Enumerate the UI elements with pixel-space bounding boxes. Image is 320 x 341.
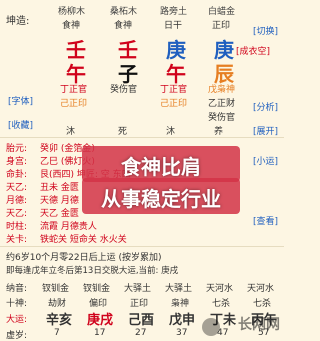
shishen-cell: 正印	[130, 299, 149, 309]
detail-label: 时柱:	[6, 222, 28, 232]
hidden-0a: 丁正官	[60, 85, 88, 95]
shishen-0: 食神	[62, 21, 81, 31]
hidden-0b: 己正印	[60, 99, 88, 109]
nayin-cell: 天河水	[247, 284, 275, 294]
xusui-cell: 27	[135, 328, 147, 338]
watermark: 长网网	[238, 317, 280, 333]
hidden-2a: 丁正官	[160, 85, 188, 95]
detail-label: 天乙:	[6, 209, 28, 219]
nayin-cell: 大驿土	[124, 284, 152, 294]
dayun-cell[interactable]: 己酉	[128, 309, 154, 328]
shishen-cell: 偏印	[89, 299, 108, 309]
nayin-1: 桑柘木	[110, 7, 138, 17]
detail-label: 身宫:	[6, 157, 28, 167]
row-label-shishen: 十神:	[6, 299, 28, 309]
overlay-line1: 食神比肩	[121, 155, 201, 179]
detail-label: 命卦:	[6, 170, 28, 180]
nayin-0: 杨柳木	[58, 7, 86, 17]
detail-value: 流霞 月德贵人	[40, 222, 97, 232]
row-label-dayun: 大运:	[6, 315, 28, 325]
detail-value: 天乙 金匮	[40, 209, 79, 219]
analyze-button[interactable]: [分析]	[253, 100, 278, 113]
hidden-1a: 癸伤官	[110, 85, 138, 95]
row-label-nayin: 纳音:	[6, 284, 28, 294]
shensha-2: 沐	[166, 127, 176, 137]
shishen-cell: 七杀	[253, 299, 272, 309]
font-button[interactable]: [字体]	[8, 94, 33, 107]
shishen-3: 正印	[212, 21, 231, 31]
hidden-3c: 癸伤官	[208, 113, 236, 123]
divider	[0, 246, 284, 247]
yun-start: 约6岁10个月零22日后上运 (按岁累加)	[6, 253, 162, 263]
chengmu-tag: [成衣空]	[236, 47, 271, 57]
row-label-xusui: 虚岁:	[6, 331, 28, 341]
nayin-3: 白蜡金	[208, 7, 236, 17]
nayin-cell: 天河水	[206, 284, 234, 294]
view-button[interactable]: [查看]	[253, 214, 278, 227]
detail-value: 天德 月德	[40, 196, 79, 206]
xusui-cell: 37	[176, 328, 188, 338]
shishen-cell: 劫财	[48, 299, 67, 309]
nayin-2: 路旁土	[160, 7, 188, 17]
dayun-cell[interactable]: 辛亥	[46, 309, 72, 328]
switch-button[interactable]: [切换]	[253, 24, 278, 37]
divider	[0, 137, 284, 138]
shishen-1: 食神	[114, 21, 133, 31]
nayin-cell: 钗钏金	[42, 284, 70, 294]
detail-value: 铁蛇关 短命关 水火关	[40, 235, 127, 245]
minor-luck-button[interactable]: [小运]	[253, 154, 278, 167]
detail-value: 丑未 金匮	[40, 183, 79, 193]
hidden-3a: 戊枭神	[208, 85, 236, 95]
overlay-line2: 从事稳定行业	[101, 187, 221, 211]
shensha-0: 沐	[66, 127, 76, 137]
dayun-cell[interactable]: 戊申	[169, 309, 195, 328]
shensha-3: 养	[214, 127, 224, 137]
expand-button[interactable]: [展开]	[253, 124, 278, 137]
hidden-2b: 己正印	[160, 99, 188, 109]
shishen-2: 日干	[164, 21, 183, 31]
shishen-cell: 七杀	[212, 299, 231, 309]
detail-label: 月德:	[6, 196, 28, 206]
favorite-button[interactable]: [收藏]	[8, 118, 33, 131]
shishen-cell: 枭神	[171, 299, 190, 309]
shensha-1: 死	[118, 127, 128, 137]
detail-label: 天乙:	[6, 183, 28, 193]
kun-label: 坤造:	[6, 16, 30, 27]
watermark-logo-icon	[202, 318, 220, 336]
yun-jiao: 即每逢戊年立冬后第13日交脱大运,当前: 庚戌	[6, 266, 179, 276]
xusui-cell: 17	[94, 328, 106, 338]
xusui-cell: 7	[54, 328, 60, 338]
hidden-3b: 乙正财	[208, 99, 236, 109]
detail-label: 胎元:	[6, 144, 28, 154]
dayun-cell-current[interactable]: 庚戌	[87, 309, 113, 328]
nayin-cell: 大驿土	[165, 284, 193, 294]
nayin-cell: 钗钏金	[83, 284, 111, 294]
detail-label: 关卡:	[6, 235, 28, 245]
